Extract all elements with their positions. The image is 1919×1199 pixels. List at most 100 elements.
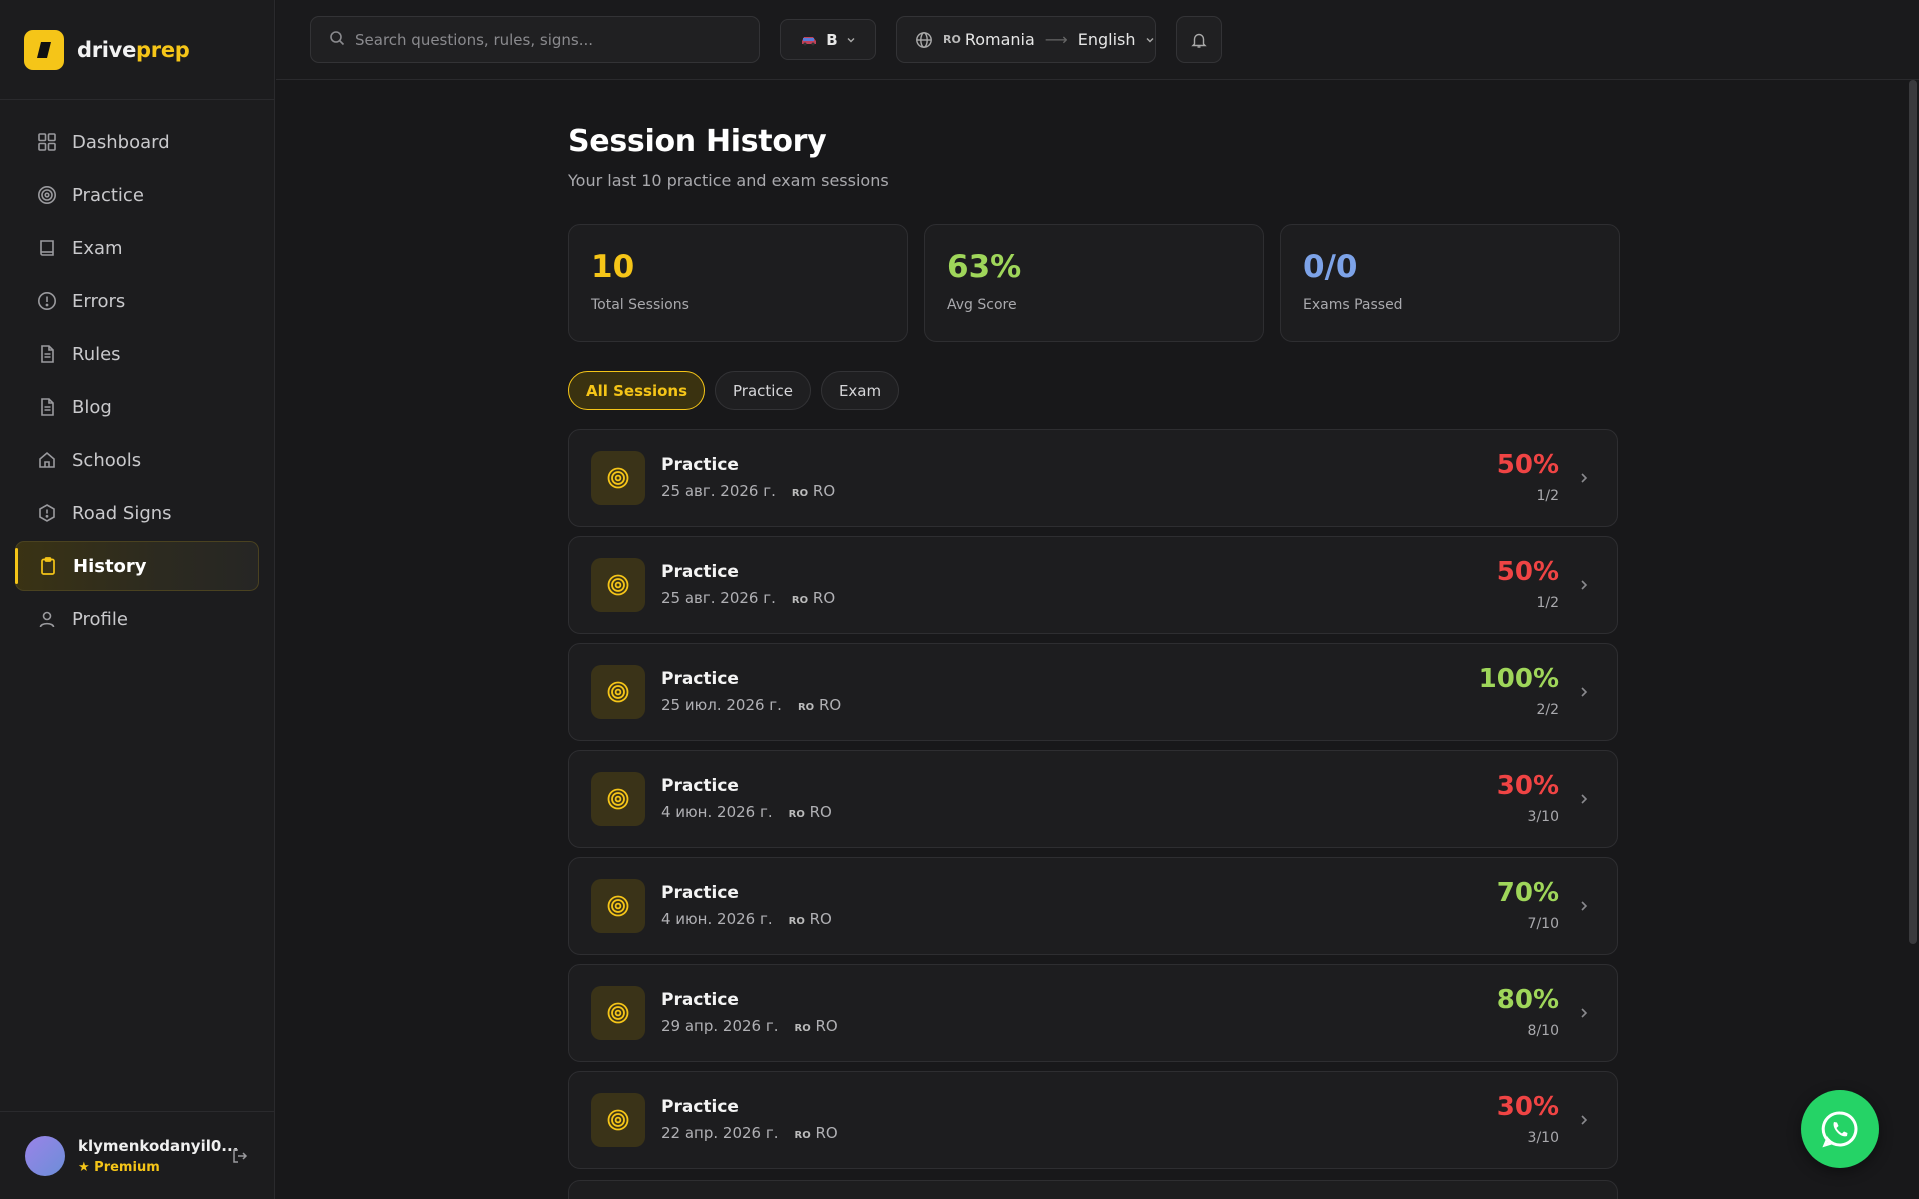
filter-all-sessions[interactable]: All Sessions (568, 371, 706, 410)
brand[interactable]: driveprep (0, 0, 274, 100)
document-icon (37, 397, 57, 417)
sidebar-item-label: Exam (72, 237, 123, 259)
filter-practice[interactable]: Practice (715, 371, 811, 410)
session-code: RO (788, 916, 805, 927)
session-row[interactable]: Practice 25 авг. 2026 г. RO RO 50% 1/2 (568, 536, 1618, 634)
brand-name-part2: prep (136, 37, 190, 62)
session-code: RO (794, 1023, 811, 1034)
session-date: 4 июн. 2026 г. (661, 803, 773, 821)
session-score: 80% (1496, 985, 1559, 1015)
session-row-partial[interactable] (568, 1180, 1618, 1199)
sidebar-item-practice[interactable]: Practice (15, 170, 259, 220)
sidebar-item-label: Dashboard (72, 131, 170, 153)
target-icon (591, 1093, 645, 1147)
sidebar: driveprep Dashboard Practice Exam Errors… (0, 0, 275, 1199)
notifications-button[interactable] (1176, 16, 1222, 63)
page-title: Session History (568, 124, 827, 159)
search-icon (329, 30, 345, 50)
sidebar-item-errors[interactable]: Errors (15, 276, 259, 326)
session-score: 100% (1478, 664, 1559, 694)
sidebar-item-label: Road Signs (72, 502, 172, 524)
session-date: 22 апр. 2026 г. (661, 1124, 779, 1142)
chevron-down-icon (1145, 35, 1155, 45)
sidebar-item-exam[interactable]: Exam (15, 223, 259, 273)
stat-card-total-sessions: 10 Total Sessions (568, 224, 908, 342)
sidebar-item-label: Rules (72, 343, 121, 365)
session-fraction: 3/10 (1527, 1130, 1559, 1146)
session-row[interactable]: Practice 4 июн. 2026 г. RO RO 70% 7/10 (568, 857, 1618, 955)
sidebar-item-blog[interactable]: Blog (15, 382, 259, 432)
user-info: klymenkodanyil0... ★ Premium (78, 1137, 238, 1175)
stat-value: 10 (591, 249, 635, 285)
clipboard-icon (38, 556, 58, 576)
sidebar-item-profile[interactable]: Profile (15, 594, 259, 644)
home-icon (37, 450, 57, 470)
whatsapp-button[interactable] (1801, 1090, 1879, 1168)
book-icon (37, 238, 57, 258)
sidebar-item-label: Profile (72, 608, 128, 630)
session-row[interactable]: Practice 4 июн. 2026 г. RO RO 30% 3/10 (568, 750, 1618, 848)
session-filters: All Sessions Practice Exam (568, 371, 900, 410)
session-code: RO (788, 809, 805, 820)
bell-icon (1190, 31, 1208, 49)
session-code: RO (794, 1130, 811, 1141)
stat-label: Exams Passed (1303, 297, 1403, 313)
session-row[interactable]: Practice 25 июл. 2026 г. RO RO 100% 2/2 (568, 643, 1618, 741)
sidebar-item-schools[interactable]: Schools (15, 435, 259, 485)
user-plan-badge: ★ Premium (78, 1159, 160, 1175)
sidebar-item-rules[interactable]: Rules (15, 329, 259, 379)
license-category-value: B (826, 30, 838, 49)
session-fraction: 7/10 (1527, 916, 1559, 932)
globe-icon (915, 31, 933, 49)
session-date: 25 авг. 2026 г. (661, 589, 776, 607)
session-row[interactable]: Practice 29 апр. 2026 г. RO RO 80% 8/10 (568, 964, 1618, 1062)
country-language-select[interactable]: RO Romania ⟶ English (896, 16, 1156, 63)
alert-circle-icon (37, 291, 57, 311)
sidebar-item-dashboard[interactable]: Dashboard (15, 117, 259, 167)
chevron-right-icon (1577, 682, 1591, 702)
logout-icon[interactable] (231, 1147, 249, 1165)
chevron-right-icon (1577, 789, 1591, 809)
session-meta: 29 апр. 2026 г. RO RO (661, 1017, 838, 1035)
session-score: 30% (1496, 1092, 1559, 1122)
page-subtitle: Your last 10 practice and exam sessions (568, 171, 889, 190)
country-name: Romania (964, 30, 1035, 49)
target-icon (591, 451, 645, 505)
stat-value: 0/0 (1303, 249, 1358, 285)
language-name: English (1077, 30, 1136, 49)
session-row[interactable]: Practice 22 апр. 2026 г. RO RO 30% 3/10 (568, 1071, 1618, 1169)
session-code: RO (791, 488, 809, 499)
sidebar-item-label: Practice (72, 184, 144, 206)
filter-exam[interactable]: Exam (820, 371, 900, 410)
sidebar-item-road-signs[interactable]: Road Signs (15, 488, 259, 538)
stat-card-exams-passed: 0/0 Exams Passed (1280, 224, 1620, 342)
search-input[interactable] (355, 30, 735, 49)
session-score: 50% (1496, 557, 1559, 587)
main-content: Session History Your last 10 practice an… (568, 124, 1620, 1169)
stat-label: Avg Score (947, 297, 1017, 313)
scrollbar[interactable] (1909, 80, 1917, 944)
chevron-right-icon (1577, 575, 1591, 595)
search-box[interactable] (310, 16, 760, 63)
user-name: klymenkodanyil0... (78, 1136, 239, 1155)
session-score: 30% (1496, 771, 1559, 801)
session-region: RO (812, 589, 836, 607)
session-fraction: 1/2 (1536, 488, 1559, 504)
stats-row: 10 Total Sessions 63% Avg Score 0/0 Exam… (568, 224, 1620, 342)
avatar[interactable] (25, 1135, 65, 1176)
octagon-alert-icon (37, 503, 57, 523)
brand-name: driveprep (77, 38, 190, 62)
session-row[interactable]: Practice 25 авг. 2026 г. RO RO 50% 1/2 (568, 429, 1618, 527)
brand-name-part1: drive (77, 37, 137, 62)
sidebar-item-history[interactable]: History (15, 541, 259, 591)
target-icon (591, 879, 645, 933)
session-meta: 4 июн. 2026 г. RO RO (661, 803, 832, 821)
session-region: RO (815, 1124, 838, 1142)
stat-card-avg-score: 63% Avg Score (924, 224, 1264, 342)
sidebar-item-label: Errors (72, 290, 126, 312)
session-region: RO (815, 1017, 838, 1035)
sidebar-item-label: Schools (72, 449, 142, 471)
session-code: RO (797, 702, 815, 713)
chevron-right-icon (1577, 1110, 1591, 1130)
license-category-select[interactable]: B (780, 19, 876, 60)
